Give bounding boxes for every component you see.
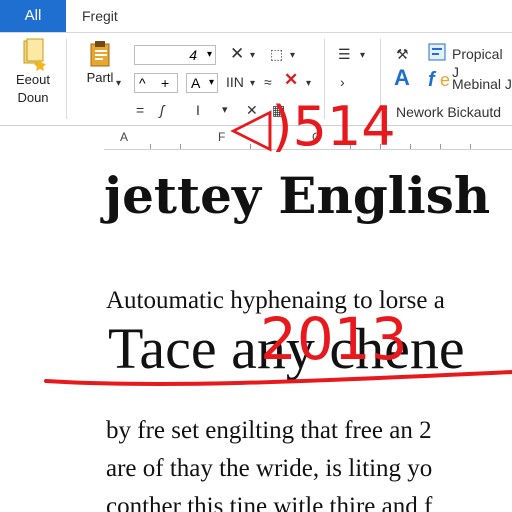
chevron-down-icon[interactable]: ▾ xyxy=(116,75,121,93)
tab-all[interactable]: All xyxy=(0,0,66,32)
document-large-line: Tace any chene xyxy=(108,316,465,381)
chevron-down-icon: ▾ xyxy=(290,50,296,61)
symbol-buttons[interactable]: ^ + xyxy=(134,73,178,93)
style-icon xyxy=(428,43,446,61)
plus-icon: + xyxy=(161,75,170,91)
style-f-icon: f xyxy=(428,69,435,91)
ribbon-toolbar: Eeout Doun Partl ▾ 4 ▾ ^ + A ▾ = ʃ I ✕ ▾… xyxy=(0,33,512,126)
chevron-down-icon: ▾ xyxy=(360,50,366,61)
folder-icon xyxy=(23,38,46,71)
font-size-value: 4 xyxy=(189,47,197,63)
line-spacing-label[interactable]: IIN xyxy=(226,73,244,91)
document-page[interactable]: jettey English Autoumatic hyphenaing to … xyxy=(0,150,512,512)
list-icon[interactable]: ☰ xyxy=(338,45,351,63)
chevron-right-icon[interactable]: › xyxy=(340,73,345,91)
wave-icon[interactable]: ≈ xyxy=(264,73,272,91)
shape-icon[interactable]: ⬚ xyxy=(270,45,283,63)
chevron-down-icon: ▾ xyxy=(250,78,256,89)
style-mebinal[interactable]: Mebinal J xyxy=(452,75,512,93)
ruler-mark: F xyxy=(218,130,226,144)
button-label: Eeout xyxy=(16,72,50,87)
delete-icon[interactable]: ✕ xyxy=(284,71,298,89)
font-color-icon[interactable]: A xyxy=(394,67,410,89)
clipboard-icon xyxy=(90,41,110,67)
caret-up-icon: ^ xyxy=(139,75,146,91)
paragraph-line: by fre set engilting that free an 2 xyxy=(106,417,432,444)
divider xyxy=(66,39,67,119)
equals-icon[interactable]: = xyxy=(136,101,144,119)
chevron-down-icon: ▾ xyxy=(306,78,312,89)
ruler-mark: A xyxy=(120,130,129,144)
paragraph-line: conther this tine witle thire and f xyxy=(106,493,433,512)
font-size-select[interactable]: 4 ▾ xyxy=(134,45,216,65)
ruler-mark: C xyxy=(312,130,321,144)
style-nework[interactable]: Nework Bickautd xyxy=(396,103,501,121)
italic-icon[interactable]: I xyxy=(196,101,200,119)
divider xyxy=(324,39,325,119)
document-heading: jettey English xyxy=(104,166,491,225)
chevron-down-icon: ▾ xyxy=(250,50,256,61)
grow-font-button[interactable]: A ▾ xyxy=(186,73,218,93)
close-icon[interactable]: ✕ xyxy=(246,101,258,119)
ribbon-tab-bar: All Fregit xyxy=(0,0,512,33)
chevron-down-icon: ▾ xyxy=(208,77,214,88)
grow-font-label: A xyxy=(191,75,201,91)
ruler[interactable]: A F C xyxy=(0,126,512,150)
tab-fregit[interactable]: Fregit xyxy=(82,0,118,32)
chevron-down-icon: ▾ xyxy=(206,49,212,60)
document-line: Autoumatic hyphenaing to lorse a xyxy=(106,287,445,314)
script-icon[interactable]: ʃ xyxy=(160,101,164,119)
style-e-icon: e xyxy=(440,70,451,90)
button-sublabel: Doun xyxy=(17,90,49,105)
tools-icon[interactable]: ⚒ xyxy=(396,45,409,63)
close-icon[interactable]: ✕ xyxy=(230,45,244,63)
chevron-down-icon[interactable]: ▾ xyxy=(222,101,228,119)
paragraph-line: are of thay the wride, is liting yo xyxy=(106,455,433,482)
open-folder-button[interactable]: Eeout Doun xyxy=(6,37,60,107)
divider xyxy=(380,39,381,119)
grid-icon[interactable]: ▦ xyxy=(272,101,285,119)
